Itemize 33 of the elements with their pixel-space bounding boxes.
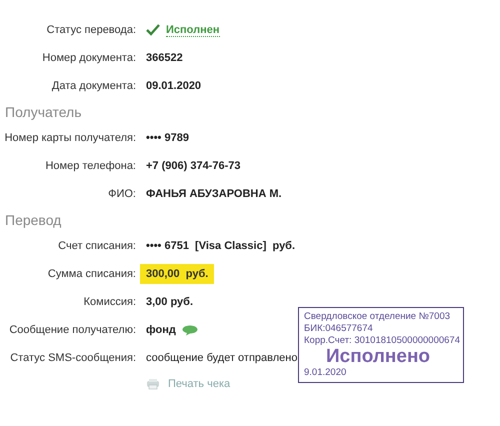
sms-bubble-icon [182,324,198,336]
field-label: Сообщение получателю: [8,324,136,336]
stamp-text: Свердловское отделение №7003 [304,311,452,323]
field-value: +7 (906) 374-76-73 [146,160,240,172]
field-label: Дата документа: [50,80,136,92]
stamp-text: БИК:046577674 [304,323,374,335]
printer-icon [146,378,160,390]
field-label: ФИО: [107,188,136,200]
field-value: ФАНЬЯ АБУЗАРОВНА М. [146,188,282,200]
field-label: Номер телефона: [44,160,136,172]
field-value: 366522 [146,52,183,64]
field-label: Счет списания: [57,240,136,252]
amount-value: 300,00 руб. [140,264,214,284]
field-value: сообщение будет отправлено [146,352,298,364]
field-value: •••• 9789 [146,132,189,144]
check-icon [146,24,160,36]
field-label: Статус перевода: [46,24,136,36]
message-value: фонд [146,324,176,336]
section-title: Перевод [4,211,62,230]
field-label: Статус SMS-сообщения: [9,352,136,364]
field-value: •••• 6751 [Visa Classic] руб. [146,240,296,252]
section-title: Получатель [4,103,83,122]
field-label: Номер карты получателя: [4,132,136,144]
status-link[interactable]: Исполнен [166,24,220,36]
field-label: Номер документа: [41,52,136,64]
field-label: Сумма списания: [46,268,136,280]
stamp-date: 9.01.2020 [304,367,348,379]
field-value: 3,00 руб. [146,296,194,308]
field-label: Комиссия: [82,296,136,308]
print-receipt-link[interactable]: Печать чека [146,378,230,390]
stamp-text: Корр.Счет: 30101810500000000674 [304,335,458,347]
field-value: 09.01.2020 [146,80,202,92]
stamp-status: Исполнено [325,347,432,367]
